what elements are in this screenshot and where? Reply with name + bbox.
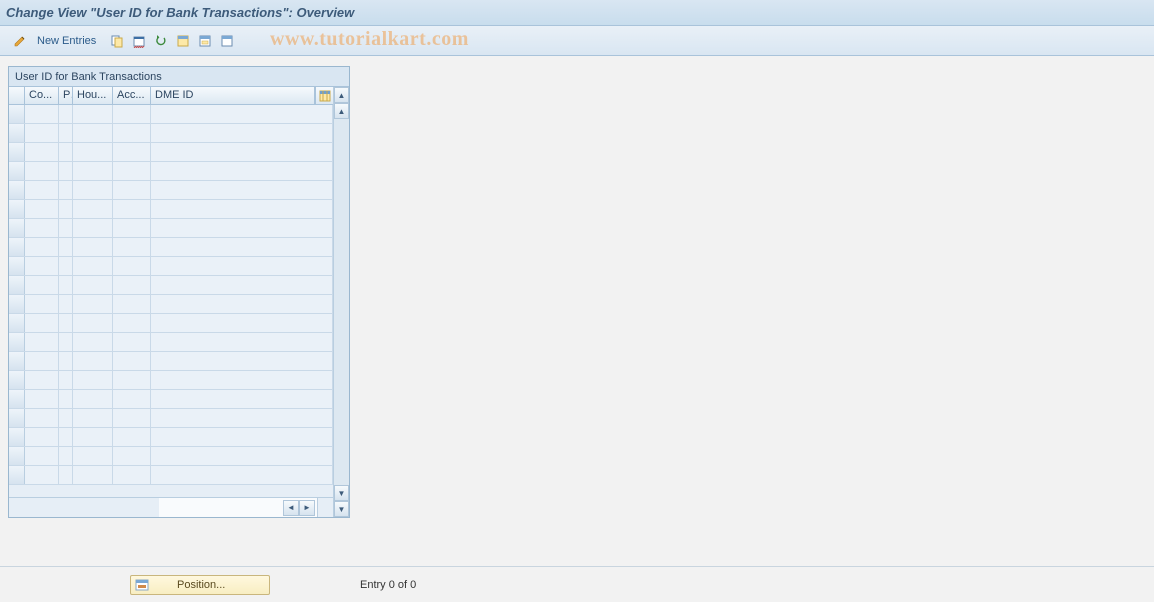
table-body <box>9 105 333 497</box>
vertical-scrollbar[interactable]: ▲ ▲ ▼ ▼ <box>333 87 349 517</box>
col-header-p[interactable]: P <box>59 87 73 104</box>
table-grid: Co... P Hou... Acc... DME ID <box>9 87 333 517</box>
entry-count-text: Entry 0 of 0 <box>360 579 416 591</box>
table-row[interactable] <box>9 105 333 124</box>
table-row[interactable] <box>9 181 333 200</box>
table-header-row: Co... P Hou... Acc... DME ID <box>9 87 333 105</box>
table-row[interactable] <box>9 162 333 181</box>
row-selector[interactable] <box>9 181 25 199</box>
table-row[interactable] <box>9 295 333 314</box>
col-header-hou[interactable]: Hou... <box>73 87 113 104</box>
title-bar: Change View "User ID for Bank Transactio… <box>0 0 1154 26</box>
table-row[interactable] <box>9 409 333 428</box>
table-row[interactable] <box>9 466 333 485</box>
table-row[interactable] <box>9 238 333 257</box>
table-title: User ID for Bank Transactions <box>9 67 349 87</box>
row-selector[interactable] <box>9 466 25 484</box>
row-selector[interactable] <box>9 143 25 161</box>
col-header-co[interactable]: Co... <box>25 87 59 104</box>
row-selector[interactable] <box>9 352 25 370</box>
table-row[interactable] <box>9 143 333 162</box>
row-selector[interactable] <box>9 447 25 465</box>
row-selector[interactable] <box>9 124 25 142</box>
scroll-left-icon[interactable]: ◄ <box>283 500 299 516</box>
row-selector[interactable] <box>9 200 25 218</box>
table-row[interactable] <box>9 390 333 409</box>
row-selector[interactable] <box>9 371 25 389</box>
table-row[interactable] <box>9 352 333 371</box>
row-selector[interactable] <box>9 409 25 427</box>
undo-change-icon[interactable] <box>151 31 171 51</box>
col-header-acc[interactable]: Acc... <box>113 87 151 104</box>
scroll-up-icon[interactable]: ▲ <box>334 87 349 103</box>
table-row[interactable] <box>9 314 333 333</box>
row-selector[interactable] <box>9 105 25 123</box>
toggle-edit-icon[interactable] <box>10 31 30 51</box>
position-icon <box>135 578 149 592</box>
table-row[interactable] <box>9 257 333 276</box>
row-selector[interactable] <box>9 257 25 275</box>
table-row[interactable] <box>9 124 333 143</box>
row-selector[interactable] <box>9 333 25 351</box>
deselect-all-icon[interactable] <box>217 31 237 51</box>
row-selector[interactable] <box>9 276 25 294</box>
table-row[interactable] <box>9 276 333 295</box>
scroll-down-icon[interactable]: ▼ <box>334 501 349 517</box>
row-selector[interactable] <box>9 295 25 313</box>
scroll-right-icon[interactable]: ► <box>299 500 315 516</box>
table-config-icon[interactable] <box>315 87 333 104</box>
position-button[interactable]: Position... <box>130 575 270 595</box>
content-area: User ID for Bank Transactions Co... P Ho… <box>0 56 1154 566</box>
position-label: Position... <box>177 579 225 591</box>
scroll-down2-icon[interactable]: ▼ <box>334 485 349 501</box>
toolbar: New Entries www.tutorialkart.com <box>0 26 1154 56</box>
col-header-dme[interactable]: DME ID <box>151 87 315 104</box>
table-row[interactable] <box>9 333 333 352</box>
scroll-up2-icon[interactable]: ▲ <box>334 103 349 119</box>
row-selector[interactable] <box>9 390 25 408</box>
row-selector[interactable] <box>9 162 25 180</box>
watermark-text: www.tutorialkart.com <box>270 28 469 51</box>
table-row[interactable] <box>9 447 333 466</box>
footer: Position... Entry 0 of 0 <box>0 566 1154 602</box>
table-row[interactable] <box>9 371 333 390</box>
page-title: Change View "User ID for Bank Transactio… <box>6 5 354 20</box>
select-block-icon[interactable] <box>195 31 215 51</box>
row-selector[interactable] <box>9 238 25 256</box>
new-entries-button[interactable]: New Entries <box>32 31 105 51</box>
table-row[interactable] <box>9 428 333 447</box>
table-row[interactable] <box>9 200 333 219</box>
horizontal-scrollbar[interactable]: ◄ ► <box>9 497 333 517</box>
row-selector[interactable] <box>9 219 25 237</box>
row-selector[interactable] <box>9 314 25 332</box>
row-selector-header[interactable] <box>9 87 25 104</box>
table-row[interactable] <box>9 219 333 238</box>
copy-as-icon[interactable] <box>107 31 127 51</box>
select-all-icon[interactable] <box>173 31 193 51</box>
delete-icon[interactable] <box>129 31 149 51</box>
row-selector[interactable] <box>9 428 25 446</box>
table-frame: User ID for Bank Transactions Co... P Ho… <box>8 66 350 518</box>
